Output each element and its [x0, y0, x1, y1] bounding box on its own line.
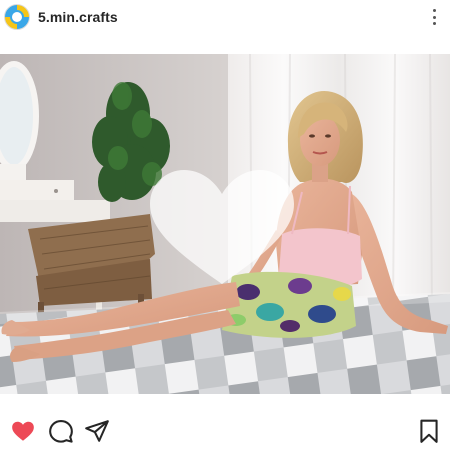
more-options-button[interactable]	[426, 9, 442, 25]
username[interactable]: 5.min.crafts	[38, 9, 118, 25]
more-dot	[432, 15, 436, 19]
post-image[interactable]	[0, 54, 450, 394]
instagram-post: 5.min.crafts	[0, 0, 450, 450]
avatar[interactable]	[4, 4, 30, 30]
like-button[interactable]	[10, 418, 36, 444]
post-header: 5.min.crafts	[0, 0, 450, 34]
share-button[interactable]	[84, 418, 110, 444]
action-bar	[0, 410, 450, 450]
heart-filled-icon	[12, 421, 34, 441]
craft-logo-icon	[10, 10, 24, 24]
more-dot	[432, 22, 436, 25]
comment-button[interactable]	[48, 418, 74, 444]
more-vertical-icon	[432, 9, 436, 12]
bookmark-icon	[420, 419, 438, 443]
save-button[interactable]	[416, 418, 442, 444]
send-icon	[85, 420, 109, 442]
post-photo	[0, 54, 450, 394]
comment-icon	[49, 420, 73, 443]
